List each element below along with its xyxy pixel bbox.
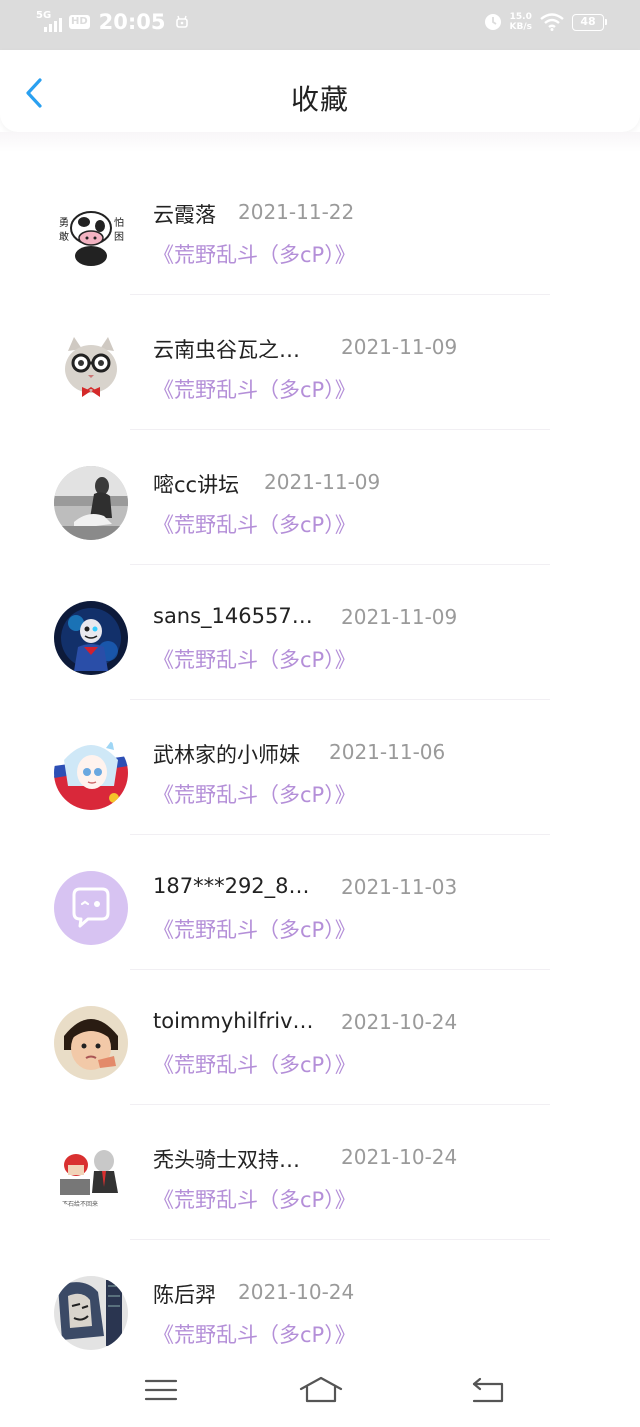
wifi-icon [540,13,564,31]
user-name: 云南虫谷瓦之… [153,338,300,362]
game-character-avatar [54,601,128,675]
user-name: 云霞落 [153,203,216,227]
work-title-link[interactable]: 《荒野乱斗（多cP）》 [153,239,356,269]
work-title-link[interactable]: 《荒野乱斗（多cP）》 [153,509,356,539]
cat-with-glasses-avatar [54,331,128,405]
alarm-icon [484,14,501,30]
battery-indicator: 48 [572,13,607,31]
net-speed: 15.0 KB/s [510,12,532,32]
favorite-date: 2021-11-09 [341,605,458,629]
anime-girl-avatar [54,736,128,810]
work-title-link[interactable]: 《荒野乱斗（多cP）》 [153,1049,356,1079]
avatar[interactable] [54,871,128,945]
user-name: sans_146557… [153,604,313,628]
cow-comic-avatar: 勇 敢 怕 困 [54,196,128,270]
svg-text:敢: 敢 [59,230,69,243]
list-item[interactable]: 勇 敢 怕 困 云霞落 2021-11-22 《荒野乱斗（多cP）》 [0,160,640,295]
user-name: 陈后羿 [153,1283,216,1307]
svg-text:怕: 怕 [114,216,124,229]
meme-cartoon-avatar: 不石给不回来 [54,1141,128,1215]
list-item[interactable]: 不石给不回来 秃头骑士双持… 2021-10-24 《荒野乱斗（多cP）》 [0,1105,640,1240]
return-button[interactable] [468,1373,508,1407]
system-nav-bar [0,1365,640,1427]
list-item[interactable]: 云南虫谷瓦之… 2021-11-09 《荒野乱斗（多cP）》 [0,295,640,430]
work-title-link[interactable]: 《荒野乱斗（多cP）》 [153,1319,356,1349]
list-item[interactable]: 武林家的小师妹 2021-11-06 《荒野乱斗（多cP）》 [0,700,640,835]
page-title: 收藏 [290,83,349,116]
list-item[interactable]: 187***292_8… 2021-11-03 《荒野乱斗（多cP）》 [0,835,640,970]
avatar[interactable] [54,331,128,405]
user-name: toimmyhilfriv… [153,1009,314,1033]
user-name: 187***292_8… [153,874,310,898]
child-photo-avatar [54,1006,128,1080]
user-name: 秃头骑士双持… [153,1148,300,1172]
work-title-link[interactable]: 《荒野乱斗（多cP）》 [153,1184,356,1214]
svg-text:不石给不回来: 不石给不回来 [62,1200,98,1208]
header-shadow [0,132,640,152]
list-item[interactable]: 嘧cc讲坛 2021-11-09 《荒野乱斗（多cP）》 [0,430,640,565]
bw-photo-avatar [54,466,128,540]
avatar[interactable] [54,1276,128,1350]
favorites-list: 勇 敢 怕 困 云霞落 2021-11-22 《荒野乱斗（多cP）》 云南虫谷瓦… [0,160,640,1375]
status-right: 15.0 KB/s 48 [484,12,607,32]
favorite-date: 2021-11-22 [238,200,355,224]
avatar[interactable] [54,1006,128,1080]
avatar[interactable]: 不石给不回来 [54,1141,128,1215]
list-item[interactable]: toimmyhilfriv… 2021-10-24 《荒野乱斗（多cP）》 [0,970,640,1105]
top-app-bar: 收藏 [0,50,640,132]
avatar[interactable] [54,601,128,675]
net-speed-value: 15.0 [509,12,532,22]
return-icon [472,1377,504,1403]
app-notification-icon [175,15,188,28]
favorite-date: 2021-10-24 [341,1145,458,1169]
favorite-date: 2021-10-24 [341,1010,458,1034]
signal-icon: 5G [36,10,64,34]
home-icon [299,1376,343,1403]
avatar[interactable] [54,466,128,540]
user-name: 嘧cc讲坛 [153,473,240,497]
home-button[interactable] [298,1373,344,1407]
work-title-link[interactable]: 《荒野乱斗（多cP）》 [153,374,356,404]
ink-drawing-avatar [54,1276,128,1350]
favorite-date: 2021-11-09 [341,335,458,359]
menu-icon [144,1379,178,1401]
list-item[interactable]: sans_146557… 2021-11-09 《荒野乱斗（多cP）》 [0,565,640,700]
menu-button[interactable] [141,1373,181,1407]
svg-text:困: 困 [114,231,124,243]
list-item[interactable]: 陈后羿 2021-10-24 《荒野乱斗（多cP）》 [0,1240,640,1375]
favorite-date: 2021-11-06 [329,740,446,764]
clock: 20:05 [98,10,166,34]
favorite-date: 2021-11-03 [341,875,458,899]
work-title-link[interactable]: 《荒野乱斗（多cP）》 [153,644,356,674]
work-title-link[interactable]: 《荒野乱斗（多cP）》 [153,779,356,809]
net-speed-unit: KB/s [509,22,532,32]
avatar[interactable] [54,736,128,810]
favorite-date: 2021-11-09 [264,470,381,494]
status-left: 5G HD 20:05 [36,10,189,34]
status-bar: 5G HD 20:05 15.0 KB/s 48 [0,0,640,50]
svg-text:勇: 勇 [59,217,69,229]
avatar[interactable]: 勇 敢 怕 困 [54,196,128,270]
user-name: 武林家的小师妹 [153,743,300,767]
favorites-page: 5G HD 20:05 15.0 KB/s 48 收藏 勇 敢 怕 困 云霞落 … [0,0,640,1427]
favorite-date: 2021-10-24 [238,1280,355,1304]
work-title-link[interactable]: 《荒野乱斗（多cP）》 [153,914,356,944]
hd-badge: HD [69,15,90,29]
default-chat-avatar [54,871,128,945]
